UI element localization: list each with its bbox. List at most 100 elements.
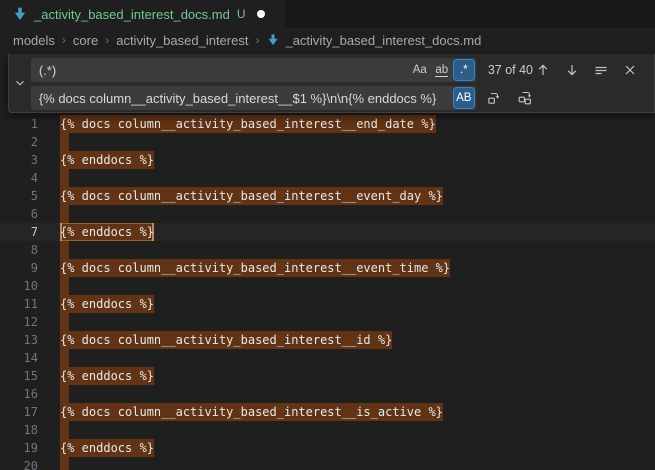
line-number[interactable]: 7 — [0, 223, 38, 241]
find-replace-widget: (.*) Aa ab .* 37 of 40 — [8, 54, 655, 113]
line-number[interactable]: 20 — [0, 457, 38, 470]
line-number[interactable]: 17 — [0, 403, 38, 421]
line-number[interactable]: 16 — [0, 385, 38, 403]
replace-value-text: {% docs column__activity_based_interest_… — [39, 91, 454, 106]
empty-match-highlight — [60, 349, 69, 367]
line-content: {% docs column__activity_based_interest_… — [60, 403, 443, 421]
line-number[interactable]: 18 — [0, 421, 38, 439]
line-number[interactable]: 6 — [0, 205, 38, 223]
match-highlight: {% docs column__activity_based_interest_… — [60, 115, 436, 133]
whole-word-toggle[interactable]: ab — [432, 60, 452, 80]
find-query-text: (.*) — [39, 63, 410, 78]
empty-match-highlight — [60, 205, 69, 223]
empty-match-highlight — [60, 421, 69, 439]
code-line[interactable]: 13 {% docs column__activity_based_interes… — [0, 331, 655, 349]
empty-match-highlight — [60, 241, 69, 259]
code-line[interactable]: 11 {% enddocs %} — [0, 295, 655, 313]
match-highlight: {% enddocs %} — [60, 151, 154, 169]
empty-match-highlight — [60, 277, 69, 295]
breadcrumb-item-activity-based-interest[interactable]: activity_based_interest — [116, 33, 248, 48]
line-content: {% enddocs %} — [60, 439, 154, 457]
line-number[interactable]: 9 — [0, 259, 38, 277]
code-line[interactable]: 16 — [0, 385, 655, 403]
line-number[interactable]: 11 — [0, 295, 38, 313]
vscode-window: _activity_based_interest_docs.md U model… — [0, 0, 655, 470]
preserve-case-toggle[interactable]: AB — [454, 88, 474, 108]
dbt-file-arrow-down-icon — [12, 6, 28, 22]
replace-all-button[interactable] — [515, 88, 535, 108]
line-number[interactable]: 5 — [0, 187, 38, 205]
code-line[interactable]: 20 — [0, 457, 655, 470]
match-case-toggle[interactable]: Aa — [410, 60, 430, 80]
code-line[interactable]: 1 {% docs column__activity_based_interest… — [0, 115, 655, 133]
regex-toggle[interactable]: .* — [454, 60, 474, 80]
line-number[interactable]: 3 — [0, 151, 38, 169]
code-line[interactable]: 17 {% docs column__activity_based_interes… — [0, 403, 655, 421]
empty-match-highlight — [60, 385, 69, 403]
line-content: {% docs column__activity_based_interest_… — [60, 259, 450, 277]
toggle-replace-button[interactable] — [9, 54, 31, 112]
replace-row: {% docs column__activity_based_interest_… — [31, 86, 648, 110]
line-number[interactable]: 2 — [0, 133, 38, 151]
line-number[interactable]: 13 — [0, 331, 38, 349]
line-number[interactable]: 19 — [0, 439, 38, 457]
code-line[interactable]: 15 {% enddocs %} — [0, 367, 655, 385]
chevron-down-icon — [13, 76, 27, 90]
line-content — [60, 313, 69, 331]
code-line[interactable]: 12 — [0, 313, 655, 331]
current-match-highlight: {% enddocs %} — [60, 223, 154, 241]
find-input[interactable]: (.*) Aa ab .* — [31, 58, 476, 82]
find-row: (.*) Aa ab .* 37 of 40 — [31, 58, 648, 82]
tab-activity-based-interest-docs[interactable]: _activity_based_interest_docs.md U — [0, 0, 285, 28]
breadcrumb: models › core › activity_based_interest … — [0, 28, 655, 52]
close-find-widget-button[interactable] — [620, 60, 640, 80]
code-line[interactable]: 10 — [0, 277, 655, 295]
code-line[interactable]: 2 — [0, 133, 655, 151]
line-number[interactable]: 14 — [0, 349, 38, 367]
replace-button[interactable] — [484, 88, 504, 108]
line-content — [60, 385, 69, 403]
line-content: {% docs column__activity_based_interest_… — [60, 115, 436, 133]
code-line[interactable]: 3 {% enddocs %} — [0, 151, 655, 169]
code-line[interactable]: 6 — [0, 205, 655, 223]
code-line[interactable]: 5 {% docs column__activity_based_interest… — [0, 187, 655, 205]
line-content: {% enddocs %} — [60, 295, 154, 313]
line-number[interactable]: 1 — [0, 115, 38, 133]
line-content — [60, 457, 69, 470]
breadcrumb-item-file[interactable]: _activity_based_interest_docs.md — [266, 33, 481, 48]
line-content — [60, 169, 69, 187]
match-highlight: {% enddocs %} — [60, 439, 154, 457]
breadcrumb-item-models[interactable]: models — [13, 33, 55, 48]
breadcrumb-file-label: _activity_based_interest_docs.md — [285, 33, 481, 48]
line-number[interactable]: 15 — [0, 367, 38, 385]
line-content — [60, 205, 69, 223]
match-highlight: {% docs column__activity_based_interest_… — [60, 259, 450, 277]
code-line[interactable]: 19 {% enddocs %} — [0, 439, 655, 457]
code-line[interactable]: 7 {% enddocs %} — [0, 223, 655, 241]
replace-input[interactable]: {% docs column__activity_based_interest_… — [31, 86, 476, 110]
find-results-count: 37 of 40 — [488, 63, 533, 77]
find-in-selection-button[interactable] — [591, 60, 611, 80]
tab-filename: _activity_based_interest_docs.md — [34, 7, 230, 22]
line-content: {% docs column__activity_based_interest_… — [60, 187, 443, 205]
line-number[interactable]: 12 — [0, 313, 38, 331]
line-number[interactable]: 4 — [0, 169, 38, 187]
line-content: {% enddocs %} — [60, 367, 154, 385]
previous-match-button[interactable] — [533, 60, 553, 80]
breadcrumb-item-core[interactable]: core — [73, 33, 98, 48]
line-number[interactable]: 10 — [0, 277, 38, 295]
line-content — [60, 277, 69, 295]
dbt-file-arrow-down-icon — [266, 33, 280, 47]
code-editor[interactable]: 1 {% docs column__activity_based_interest… — [0, 115, 655, 470]
line-number[interactable]: 8 — [0, 241, 38, 259]
code-line[interactable]: 14 — [0, 349, 655, 367]
code-line[interactable]: 18 — [0, 421, 655, 439]
code-line[interactable]: 4 — [0, 169, 655, 187]
git-untracked-badge: U — [237, 7, 246, 21]
unsaved-changes-dot[interactable] — [257, 10, 265, 18]
next-match-button[interactable] — [562, 60, 582, 80]
code-line[interactable]: 9 {% docs column__activity_based_interest… — [0, 259, 655, 277]
code-line[interactable]: 8 — [0, 241, 655, 259]
editor-tab-bar: _activity_based_interest_docs.md U — [0, 0, 655, 28]
match-highlight: {% docs column__activity_based_interest_… — [60, 331, 392, 349]
